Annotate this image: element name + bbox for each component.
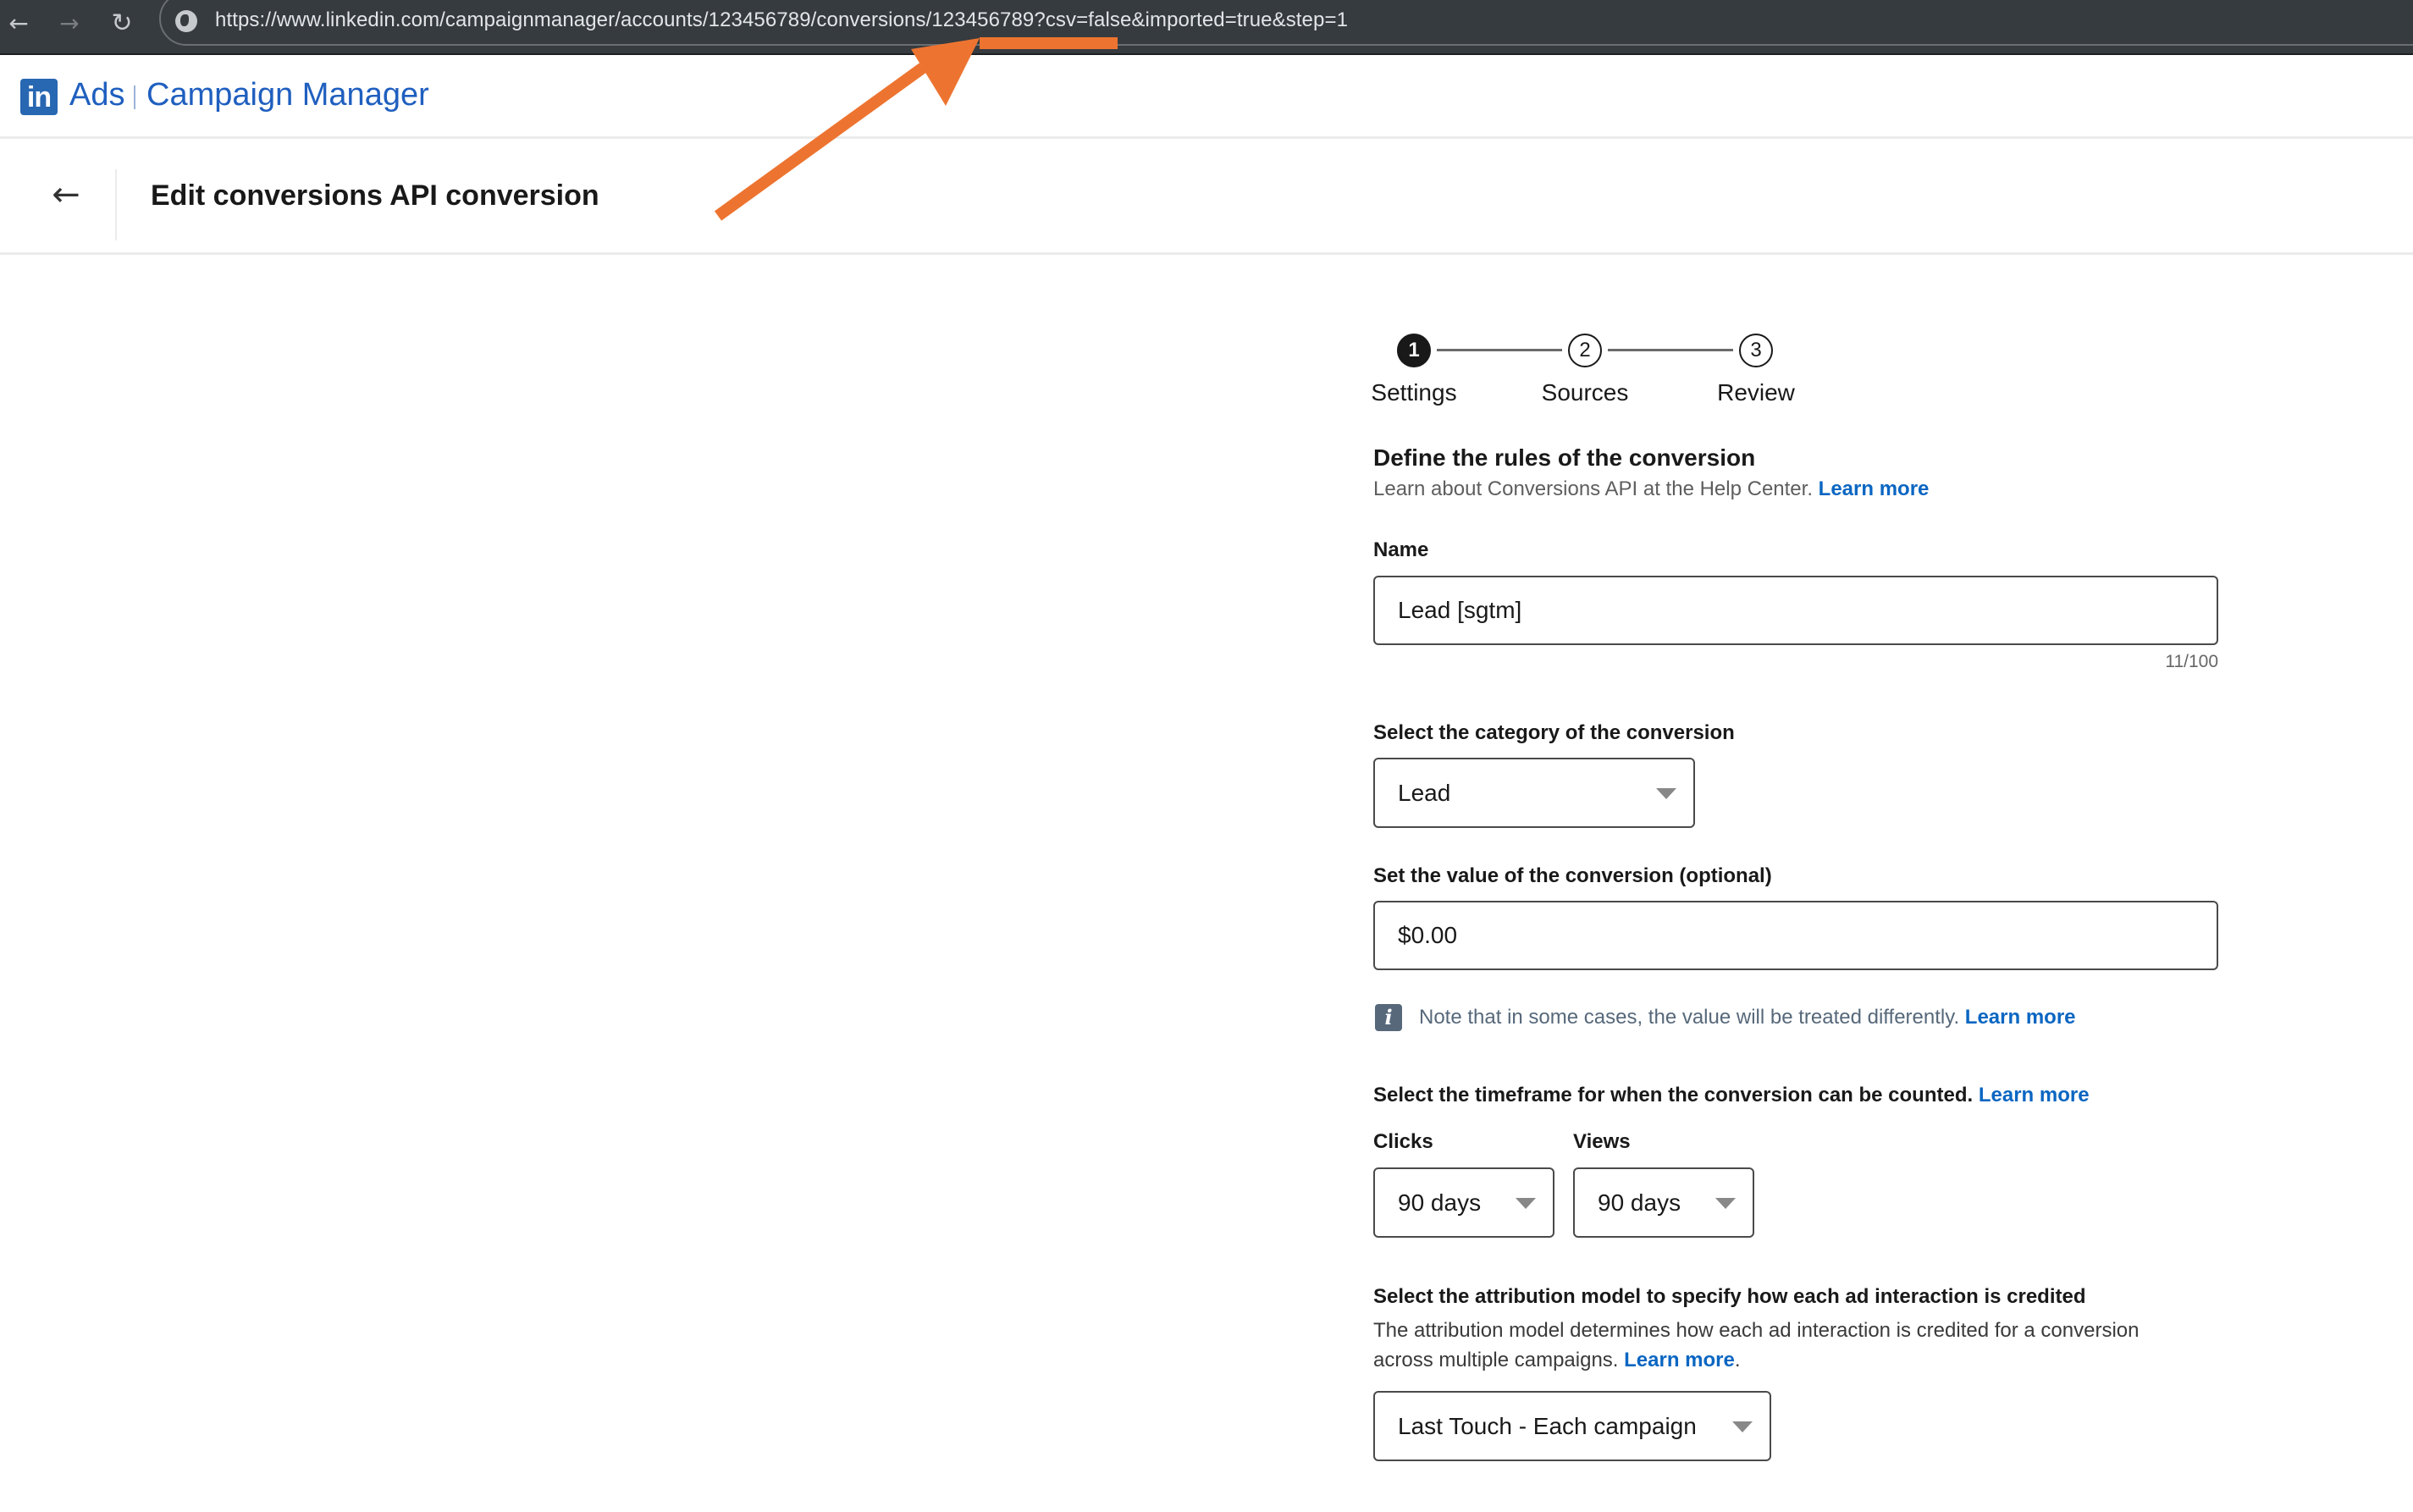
forward-nav-button[interactable]: →	[52, 7, 86, 41]
step-1-label: Settings	[1371, 379, 1457, 406]
name-input[interactable]: Lead [sgtm]	[1373, 576, 2218, 645]
arrow-left-icon: ←	[8, 9, 29, 37]
name-label: Name	[1373, 538, 1429, 561]
section-subtitle-text: Learn about Conversions API at the Help …	[1373, 477, 1813, 500]
header-divider	[115, 169, 117, 240]
step-2-label: Sources	[1541, 379, 1629, 406]
caret-down-icon	[1732, 1421, 1753, 1432]
arrow-right-icon: →	[59, 9, 80, 37]
attribution-model-value: Last Touch - Each campaign	[1398, 1413, 1697, 1439]
timeframe-label-text: Select the timeframe for when the conver…	[1373, 1084, 1974, 1106]
back-nav-button[interactable]: ←	[2, 7, 36, 41]
back-button[interactable]: ←	[44, 173, 88, 217]
page-header: ← Edit conversions API conversion	[0, 139, 2413, 255]
linkedin-logo-icon[interactable]: in	[20, 79, 58, 115]
attribution-description-text: across multiple campaigns.	[1373, 1349, 1619, 1371]
caret-down-icon	[1516, 1198, 1536, 1209]
clicks-window-value: 90 days	[1398, 1189, 1482, 1216]
name-char-counter: 11/100	[2165, 652, 2218, 671]
category-select[interactable]: Lead	[1373, 758, 1695, 828]
views-window-select[interactable]: 90 days	[1573, 1167, 1754, 1238]
step-connector	[1437, 349, 1562, 351]
attribution-link-suffix: .	[1734, 1349, 1741, 1371]
attribution-description-line1: The attribution model determines how eac…	[1373, 1319, 2140, 1342]
clicks-label: Clicks	[1373, 1130, 1433, 1153]
step-1-indicator: 1	[1397, 334, 1431, 367]
caret-down-icon	[1656, 788, 1676, 799]
step-connector	[1608, 349, 1733, 351]
clicks-window-select[interactable]: 90 days	[1373, 1167, 1554, 1238]
attribution-learn-more-link[interactable]: Learn more	[1624, 1349, 1735, 1371]
browser-toolbar: ← → ↻ https://www.linkedin.com/campaignm…	[0, 0, 2413, 55]
value-note-text: Note that in some cases, the value will …	[1419, 1006, 1960, 1029]
section-title: Define the rules of the conversion	[1373, 444, 1756, 471]
caret-down-icon	[1715, 1198, 1736, 1209]
brand-product[interactable]: Ads	[69, 77, 124, 113]
app-header: in Ads Campaign Manager	[0, 55, 2413, 139]
value-note-learn-more-link[interactable]: Learn more	[1965, 1006, 2076, 1029]
attribution-label: Select the attribution model to specify …	[1373, 1285, 2086, 1308]
timeframe-learn-more-link[interactable]: Learn more	[1979, 1084, 2090, 1106]
arrow-left-icon: ←	[52, 175, 80, 214]
page-title: Edit conversions API conversion	[151, 179, 599, 212]
globe-icon[interactable]	[175, 10, 197, 32]
reload-button[interactable]: ↻	[105, 7, 139, 41]
step-2-indicator: 2	[1568, 334, 1602, 367]
step-3-label: Review	[1717, 379, 1795, 406]
url-text[interactable]: https://www.linkedin.com/campaignmanager…	[215, 8, 1348, 32]
attribution-description-line2: across multiple campaigns. Learn more.	[1373, 1349, 1741, 1372]
attribution-model-select[interactable]: Last Touch - Each campaign	[1373, 1391, 1771, 1461]
value-input[interactable]: $0.00	[1373, 901, 2218, 970]
brand-separator	[134, 86, 135, 109]
category-label: Select the category of the conversion	[1373, 721, 1735, 744]
views-window-value: 90 days	[1598, 1189, 1681, 1216]
help-center-learn-more-link[interactable]: Learn more	[1819, 477, 1930, 500]
brand-app-name[interactable]: Campaign Manager	[146, 77, 429, 113]
step-3-indicator: 3	[1739, 334, 1773, 367]
views-label: Views	[1573, 1130, 1631, 1153]
timeframe-label: Select the timeframe for when the conver…	[1373, 1084, 2090, 1107]
reload-icon: ↻	[111, 8, 133, 38]
info-icon: i	[1375, 1004, 1402, 1031]
value-label: Set the value of the conversion (optiona…	[1373, 864, 1772, 887]
category-selected-value: Lead	[1398, 780, 1451, 806]
section-subtitle: Learn about Conversions API at the Help …	[1373, 477, 1929, 501]
